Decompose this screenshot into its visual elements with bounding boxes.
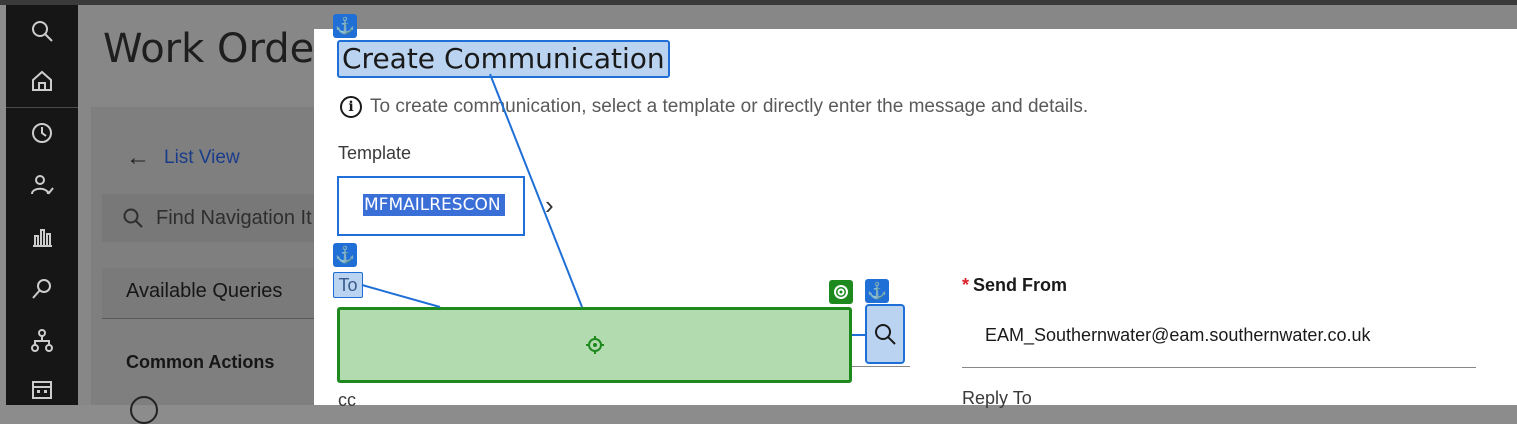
send-from-input[interactable]: EAM_Southernwater@eam.southernwater.co.u… <box>985 325 1370 346</box>
rail-divider <box>6 107 78 108</box>
search-icon[interactable] <box>6 7 78 55</box>
anchor-icon: ⚓ <box>865 279 889 303</box>
list-view-label: List View <box>164 147 240 168</box>
target-badge-icon <box>829 280 853 304</box>
template-value: MFMAILRESCON <box>363 194 505 216</box>
new-work-order-icon[interactable] <box>130 396 158 424</box>
available-queries-label: Available Queries <box>126 280 283 302</box>
template-input[interactable]: MFMAILRESCON <box>337 176 525 236</box>
info-icon: i <box>340 96 362 118</box>
to-label: To <box>333 272 363 298</box>
send-from-underline <box>962 367 1476 368</box>
chart-icon[interactable] <box>6 213 78 261</box>
search-icon <box>123 208 143 228</box>
info-message: i To create communication, select a temp… <box>340 96 1088 118</box>
reply-to-label: Reply To <box>962 388 1032 408</box>
dialog-title: Create Communication <box>337 40 670 78</box>
available-queries-dropdown[interactable]: Available Queries <box>102 268 317 319</box>
required-asterisk: * <box>962 275 970 295</box>
anchor-icon: ⚓ <box>333 14 357 38</box>
target-icon <box>586 336 604 354</box>
navigation-search-placeholder: Find Navigation It <box>156 206 312 229</box>
cc-label: cc <box>338 390 356 410</box>
side-rail <box>6 5 78 405</box>
search-icon <box>875 324 896 345</box>
back-arrow-icon: ← <box>126 144 150 171</box>
user-check-icon[interactable] <box>6 161 78 209</box>
history-icon[interactable] <box>6 109 78 157</box>
to-lookup-button[interactable] <box>865 304 905 364</box>
info-text: To create communication, select a templa… <box>370 96 1089 117</box>
template-chevron-icon[interactable]: › <box>545 190 554 221</box>
home-icon[interactable] <box>6 57 78 105</box>
pin-icon[interactable] <box>6 265 78 313</box>
send-from-label-text: Send From <box>973 275 1068 295</box>
calendar-icon[interactable] <box>6 365 78 413</box>
navigation-search[interactable]: Find Navigation It <box>102 194 317 242</box>
send-from-label: * Send From <box>962 275 1067 296</box>
anchor-icon: ⚓ <box>333 243 357 267</box>
page-title: Work Order <box>103 26 331 72</box>
template-label: Template <box>338 143 412 163</box>
tree-icon[interactable] <box>6 317 78 365</box>
common-actions-heading: Common Actions <box>126 352 275 372</box>
list-view-link[interactable]: ← List View <box>126 144 240 172</box>
